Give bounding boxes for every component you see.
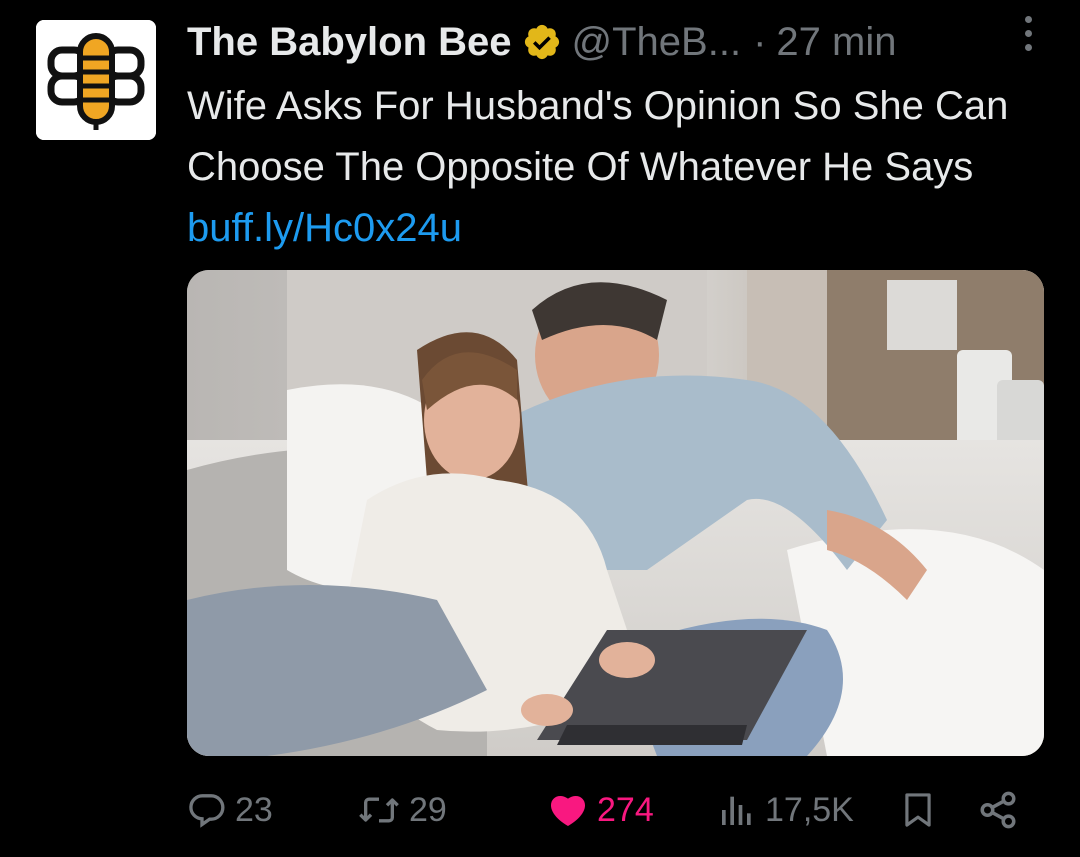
views-button[interactable]: 17,5K (717, 780, 854, 840)
tweet-media-image[interactable] (187, 270, 1044, 756)
reply-count: 23 (235, 790, 273, 829)
bookmark-button[interactable] (899, 780, 937, 840)
views-count: 17,5K (765, 790, 854, 829)
author-handle[interactable]: @TheB... (572, 20, 742, 65)
babylon-bee-logo-icon (36, 20, 156, 140)
author-name[interactable]: The Babylon Bee (187, 20, 512, 65)
verified-badge-icon[interactable] (522, 22, 562, 62)
repost-icon (359, 797, 399, 823)
views-chart-icon (722, 796, 751, 825)
reply-button[interactable]: 23 (187, 780, 273, 840)
heart-icon (550, 795, 586, 826)
bookmark-icon (905, 793, 931, 827)
author-avatar[interactable] (36, 20, 156, 140)
tweet-body: Wife Asks For Husband's Opinion So She C… (187, 84, 1009, 189)
timestamp[interactable]: 27 min (776, 20, 896, 65)
like-count: 274 (597, 790, 654, 829)
share-button[interactable] (977, 780, 1019, 840)
like-button[interactable]: 274 (547, 780, 654, 840)
tweet-text: Wife Asks For Husband's Opinion So She C… (187, 76, 1047, 259)
share-icon (980, 791, 1016, 829)
separator-dot: · (753, 19, 767, 64)
repost-count: 29 (409, 790, 447, 829)
more-options-icon[interactable] (1016, 10, 1040, 56)
tweet-action-bar: 23 29 274 17,5K (187, 780, 1047, 840)
couple-photo-illustration (187, 270, 1044, 756)
tweet-link[interactable]: buff.ly/Hc0x24u (187, 206, 462, 250)
repost-button[interactable]: 29 (357, 780, 447, 840)
reply-icon (189, 794, 225, 828)
tweet-header: The Babylon Bee @TheB... · 27 min (187, 14, 1047, 70)
